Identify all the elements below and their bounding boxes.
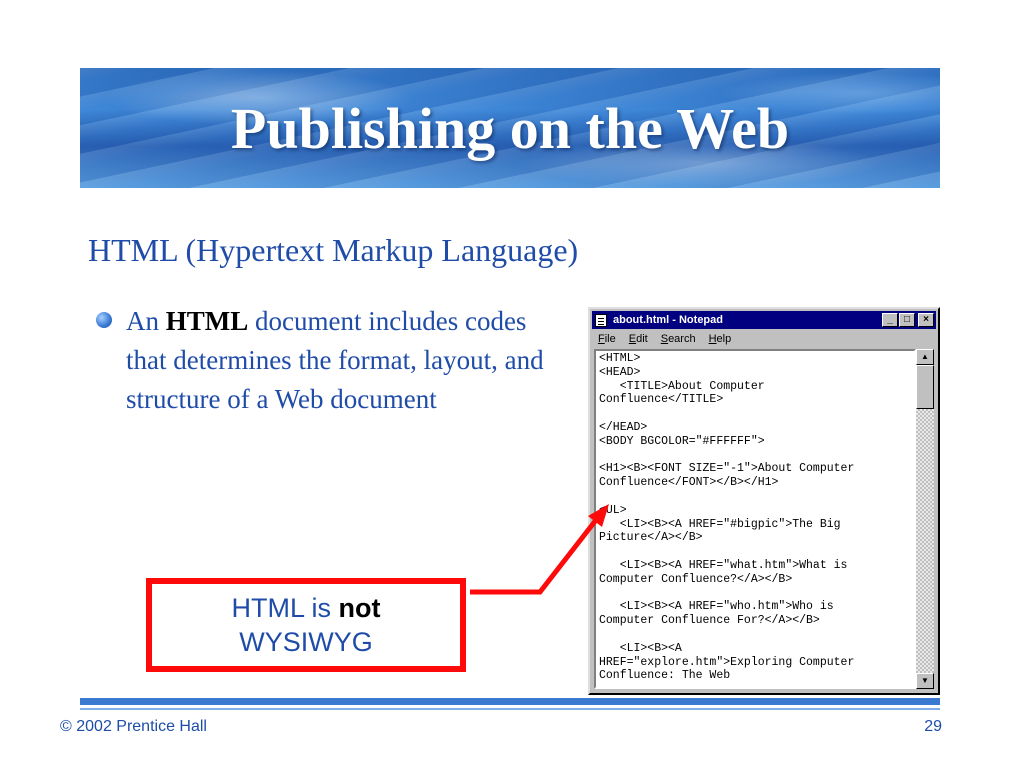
html-source-code[interactable]: <HTML> <HEAD> <TITLE>About Computer Conf… — [596, 351, 914, 684]
bullet-text: An HTML document includes codes that det… — [126, 302, 556, 419]
notepad-text-area[interactable]: <HTML> <HEAD> <TITLE>About Computer Conf… — [594, 349, 916, 689]
footer-rule-thick — [80, 698, 940, 705]
menu-help[interactable]: Help — [709, 333, 732, 345]
bullet-dot-icon — [96, 312, 112, 328]
menu-edit[interactable]: Edit — [629, 333, 648, 345]
vertical-scrollbar[interactable]: ▲ ▼ — [916, 349, 934, 689]
copyright-text: 2002 Prentice Hall — [71, 718, 207, 735]
minimize-button[interactable]: _ — [882, 313, 898, 327]
copyright-icon: © — [60, 718, 72, 735]
slide-title: Publishing on the Web — [230, 95, 790, 161]
bullet-item: An HTML document includes codes that det… — [96, 302, 556, 419]
menu-file[interactable]: File — [598, 333, 616, 345]
footer-rule-thin — [80, 708, 940, 710]
page-number: 29 — [924, 718, 942, 735]
scroll-down-button[interactable]: ▼ — [916, 673, 934, 689]
notepad-app-icon[interactable] — [595, 313, 607, 327]
notepad-menubar: File Edit Search Help — [592, 330, 936, 348]
callout-prefix: HTML is — [231, 593, 339, 623]
wysiwyg-callout-box: HTML is not WYSIWYG — [146, 578, 466, 672]
bullet-bold-term: HTML — [165, 306, 249, 336]
callout-arrow-line — [470, 518, 598, 595]
bullet-prefix: An — [126, 306, 166, 336]
slide-subtitle: HTML (Hypertext Markup Language) — [88, 232, 579, 268]
notepad-window-title: about.html - Notepad — [613, 314, 723, 326]
notepad-titlebar[interactable]: about.html - Notepad _ □ × — [592, 311, 936, 329]
scroll-thumb[interactable] — [916, 365, 934, 409]
notepad-window: about.html - Notepad _ □ × File Edit Sea… — [588, 307, 940, 695]
menu-search[interactable]: Search — [661, 333, 696, 345]
callout-bold: not — [338, 593, 381, 623]
footer-copyright: © 2002 Prentice Hall — [60, 718, 207, 736]
window-controls: _ □ × — [881, 313, 934, 327]
title-banner: Publishing on the Web — [80, 68, 940, 188]
callout-line-2: WYSIWYG — [239, 627, 373, 657]
callout-line-1: HTML is not — [232, 591, 381, 625]
maximize-button[interactable]: □ — [899, 313, 915, 327]
close-button[interactable]: × — [918, 313, 934, 327]
scroll-up-button[interactable]: ▲ — [916, 349, 934, 365]
